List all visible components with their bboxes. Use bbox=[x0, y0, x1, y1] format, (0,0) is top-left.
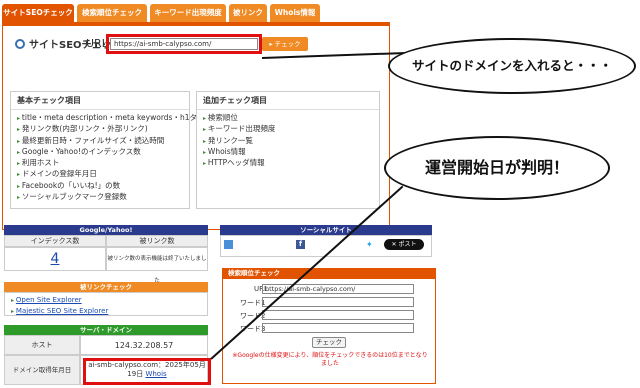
index-count-cell: 4 bbox=[4, 247, 106, 271]
extra-check-title: 追加チェック項目 bbox=[197, 92, 379, 110]
open-site-explorer-link[interactable]: Open Site Explorer bbox=[16, 296, 82, 304]
domain-date-label: ドメイン取得年月日 bbox=[4, 355, 80, 385]
word2-input[interactable] bbox=[262, 310, 414, 320]
server-domain-header: サーバ・ドメイン bbox=[4, 325, 208, 335]
list-item: ▸ Open Site Explorer bbox=[11, 296, 82, 304]
list-item: 発リンク一覧 bbox=[203, 136, 373, 147]
list-item: キーワード出現頻度 bbox=[203, 124, 373, 135]
basic-check-list: title・meta description・meta keywords・h1タ… bbox=[11, 110, 205, 206]
url-highlight bbox=[106, 34, 262, 54]
tab-rank-check[interactable]: 検索順位チェック bbox=[77, 4, 147, 22]
list-item: title・meta description・meta keywords・h1タ… bbox=[17, 113, 205, 124]
twitter-icon[interactable]: ✦ bbox=[366, 240, 375, 249]
backlink-note: 被リンク数の表示機能は終了いたしました bbox=[106, 247, 208, 284]
list-item: 利用ホスト bbox=[17, 158, 183, 169]
majestic-seo-link[interactable]: Majestic SEO Site Explorer bbox=[16, 307, 108, 315]
backlink-check-body: ▸ Open Site Explorer ▸ Majestic SEO Site… bbox=[4, 292, 208, 316]
tab-site-seo-check[interactable]: サイトSEOチェック bbox=[2, 4, 74, 22]
tab-whois[interactable]: Whois情報 bbox=[270, 4, 320, 22]
list-item: Google・Yahoo!のインデックス数 bbox=[17, 147, 183, 158]
backlink-count-label: 被リンク数 bbox=[106, 235, 208, 247]
index-count-link[interactable]: 4 bbox=[51, 251, 60, 267]
start-date-callout: 運営開始日が判明！ bbox=[384, 136, 610, 200]
backlink-check-header: 被リンクチェック bbox=[4, 282, 208, 292]
list-item: 最終更新日時・ファイルサイズ・読込時間 bbox=[17, 136, 183, 147]
post-button-label: ポスト bbox=[398, 241, 417, 248]
word3-input[interactable] bbox=[262, 323, 414, 333]
url-label: URL bbox=[86, 37, 108, 50]
tab-keyword-frequency[interactable]: キーワード出現頻度 bbox=[150, 4, 226, 22]
hatena-icon[interactable] bbox=[224, 240, 233, 249]
domain-hint-callout: サイトのドメインを入れると・・・ bbox=[388, 38, 636, 94]
host-label: ホスト bbox=[4, 335, 80, 355]
extra-check-box: 追加チェック項目 検索順位 キーワード出現頻度 発リンク一覧 Whois情報 H… bbox=[196, 91, 380, 209]
list-item: HTTPヘッダ情報 bbox=[203, 158, 373, 169]
list-item: ▸ Majestic SEO Site Explorer bbox=[11, 307, 109, 315]
list-item: ドメインの登録年月日 bbox=[17, 169, 183, 180]
social-header: ソーシャルサイト bbox=[220, 225, 432, 235]
rank-check-header: 検索順位チェック bbox=[222, 268, 436, 278]
host-value: 124.32.208.57 bbox=[80, 335, 208, 355]
google-yahoo-header: Google/Yahoo! bbox=[4, 225, 208, 235]
list-item: 検索順位 bbox=[203, 113, 373, 124]
post-button[interactable]: ✕ ポスト bbox=[384, 239, 424, 250]
list-item: ソーシャルブックマーク登録数 bbox=[17, 192, 183, 203]
rank-check-note: ※Googleの仕様変更により、順位をチェックできるのは10位までとなりました bbox=[232, 352, 428, 367]
basic-check-title: 基本チェック項目 bbox=[11, 92, 189, 110]
facebook-icon[interactable]: f bbox=[296, 240, 305, 249]
extra-check-list: 検索順位 キーワード出現頻度 発リンク一覧 Whois情報 HTTPヘッダ情報 bbox=[197, 110, 379, 172]
word1-input[interactable] bbox=[262, 297, 414, 307]
magnifier-icon bbox=[15, 39, 25, 49]
check-button[interactable]: ▸ チェック bbox=[262, 37, 308, 51]
list-item: Facebookの「いいね!」の数 bbox=[17, 181, 183, 192]
list-item: 発リンク数(内部リンク・外部リンク) bbox=[17, 124, 183, 135]
list-item: Whois情報 bbox=[203, 147, 373, 158]
tab-backlinks[interactable]: 被リンク bbox=[229, 4, 267, 22]
index-count-label: インデックス数 bbox=[4, 235, 106, 247]
rank-check-button[interactable]: チェック bbox=[312, 337, 346, 348]
basic-check-box: 基本チェック項目 title・meta description・meta key… bbox=[10, 91, 205, 209]
domain-date-highlight bbox=[83, 358, 211, 385]
check-button-label: チェック bbox=[274, 40, 301, 48]
